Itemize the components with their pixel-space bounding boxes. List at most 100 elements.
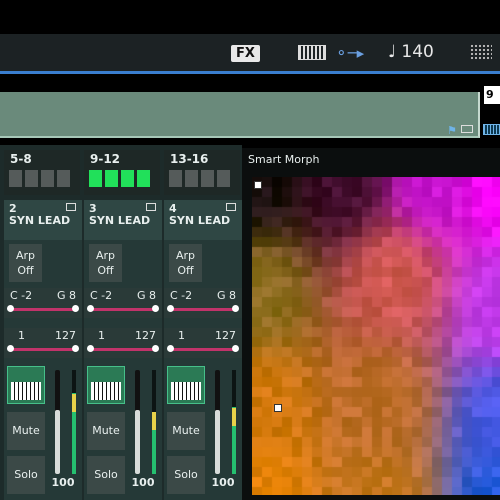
solo-button[interactable]: Solo <box>87 456 125 494</box>
top-black-bar <box>0 0 500 34</box>
page-tab-leds <box>9 170 70 187</box>
velocity-range-bar <box>9 348 77 351</box>
velocity-high-handle[interactable] <box>72 345 79 352</box>
note-range-bar <box>169 308 237 311</box>
note-low-handle[interactable] <box>87 305 94 312</box>
mute-button[interactable]: Mute <box>7 412 45 450</box>
level-meter <box>72 370 76 474</box>
velocity-range-bar <box>89 348 157 351</box>
note-range-bar <box>9 308 77 311</box>
velocity-low-handle[interactable] <box>87 345 94 352</box>
page-led <box>201 170 214 187</box>
page-tab-13-16[interactable]: 13-16 <box>164 150 240 195</box>
morph-point[interactable] <box>254 181 262 189</box>
velocity-high: 127 <box>55 329 76 342</box>
part-strip-3: 3 SYN LEAD Arp Off C -2 G 8 1 127 Mute S… <box>84 200 162 500</box>
velocity-range[interactable]: 1 127 <box>4 328 82 358</box>
part-header[interactable]: 4 SYN LEAD <box>164 200 242 240</box>
flag-icon: ⚑ <box>447 124 457 137</box>
note-low: C -2 <box>90 289 113 302</box>
note-high-handle[interactable] <box>232 305 239 312</box>
note-low: C -2 <box>170 289 193 302</box>
page-led <box>185 170 198 187</box>
note-high: G 8 <box>136 289 156 302</box>
note-range[interactable]: C -2 G 8 <box>164 288 242 318</box>
part-strip-4: 4 SYN LEAD Arp Off C -2 G 8 1 127 Mute S… <box>164 200 242 500</box>
note-range[interactable]: C -2 G 8 <box>4 288 82 318</box>
tempo-display[interactable]: ♩ 140 <box>388 42 434 62</box>
part-header[interactable]: 3 SYN LEAD <box>84 200 162 240</box>
velocity-low: 1 <box>178 329 185 342</box>
part-header[interactable]: 2 SYN LEAD <box>4 200 82 240</box>
fader-fill <box>55 409 60 474</box>
part-name: SYN LEAD <box>169 214 231 227</box>
smart-morph-title: Smart Morph <box>248 153 320 166</box>
page-led <box>105 170 118 187</box>
page-led <box>169 170 182 187</box>
page-tab-leds <box>169 170 230 187</box>
note-high: G 8 <box>216 289 236 302</box>
arp-toggle-button[interactable]: Arp Off <box>169 244 202 282</box>
volume-value: 100 <box>131 476 155 489</box>
keyboard-icon[interactable] <box>298 45 326 60</box>
part-keyboard-mini-icon <box>483 124 500 135</box>
mute-button[interactable]: Mute <box>167 412 205 450</box>
volume-fader[interactable] <box>55 370 60 474</box>
volume-fader[interactable] <box>215 370 220 474</box>
part-name: SYN LEAD <box>9 214 71 227</box>
page-led <box>217 170 230 187</box>
part-number-badge: 9 <box>484 86 500 104</box>
mute-button[interactable]: Mute <box>87 412 125 450</box>
velocity-range[interactable]: 1 127 <box>164 328 242 358</box>
page-tab-9-12[interactable]: 9-12 <box>84 150 160 195</box>
page-tab-5-8[interactable]: 5-8 <box>4 150 80 195</box>
smart-morph-map[interactable] <box>252 177 500 495</box>
note-high-handle[interactable] <box>152 305 159 312</box>
velocity-low: 1 <box>98 329 105 342</box>
volume-fader[interactable] <box>135 370 140 474</box>
solo-button[interactable]: Solo <box>7 456 45 494</box>
page-tab-label: 13-16 <box>170 152 209 166</box>
keyboard-control-icon[interactable] <box>167 366 205 404</box>
level-meter <box>152 370 156 474</box>
fader-fill <box>215 409 220 474</box>
velocity-low-handle[interactable] <box>7 345 14 352</box>
page-led <box>25 170 38 187</box>
velocity-range[interactable]: 1 127 <box>84 328 162 358</box>
part-type-icon <box>146 203 156 211</box>
note-low: C -2 <box>10 289 33 302</box>
page-led <box>41 170 54 187</box>
morph-point[interactable] <box>274 404 282 412</box>
velocity-low-handle[interactable] <box>167 345 174 352</box>
grid-menu-icon[interactable] <box>470 44 492 60</box>
velocity-range-bar <box>169 348 237 351</box>
note-low-handle[interactable] <box>7 305 14 312</box>
fx-button[interactable]: FX <box>231 45 260 62</box>
level-meter <box>232 370 236 474</box>
part-type-icon <box>226 203 236 211</box>
page-tab-label: 5-8 <box>10 152 32 166</box>
velocity-high-handle[interactable] <box>232 345 239 352</box>
keyboard-control-icon[interactable] <box>87 366 125 404</box>
arp-toggle-button[interactable]: Arp Off <box>9 244 42 282</box>
velocity-high-handle[interactable] <box>152 345 159 352</box>
volume-value: 100 <box>211 476 235 489</box>
page-led <box>89 170 102 187</box>
arp-toggle-button[interactable]: Arp Off <box>89 244 122 282</box>
part-timeline[interactable] <box>0 92 480 138</box>
velocity-high: 127 <box>215 329 236 342</box>
note-range[interactable]: C -2 G 8 <box>84 288 162 318</box>
page-led <box>137 170 150 187</box>
arp-label: Arp Off <box>175 249 196 277</box>
keyboard-control-icon[interactable] <box>7 366 45 404</box>
velocity-low: 1 <box>18 329 25 342</box>
note-high-handle[interactable] <box>72 305 79 312</box>
arp-label: Arp Off <box>95 249 116 277</box>
meter-peak <box>152 412 156 431</box>
note-low-handle[interactable] <box>167 305 174 312</box>
solo-button[interactable]: Solo <box>167 456 205 494</box>
fader-fill <box>135 409 140 474</box>
part-name: SYN LEAD <box>89 214 151 227</box>
page-led <box>9 170 22 187</box>
page-tab-label: 9-12 <box>90 152 121 166</box>
